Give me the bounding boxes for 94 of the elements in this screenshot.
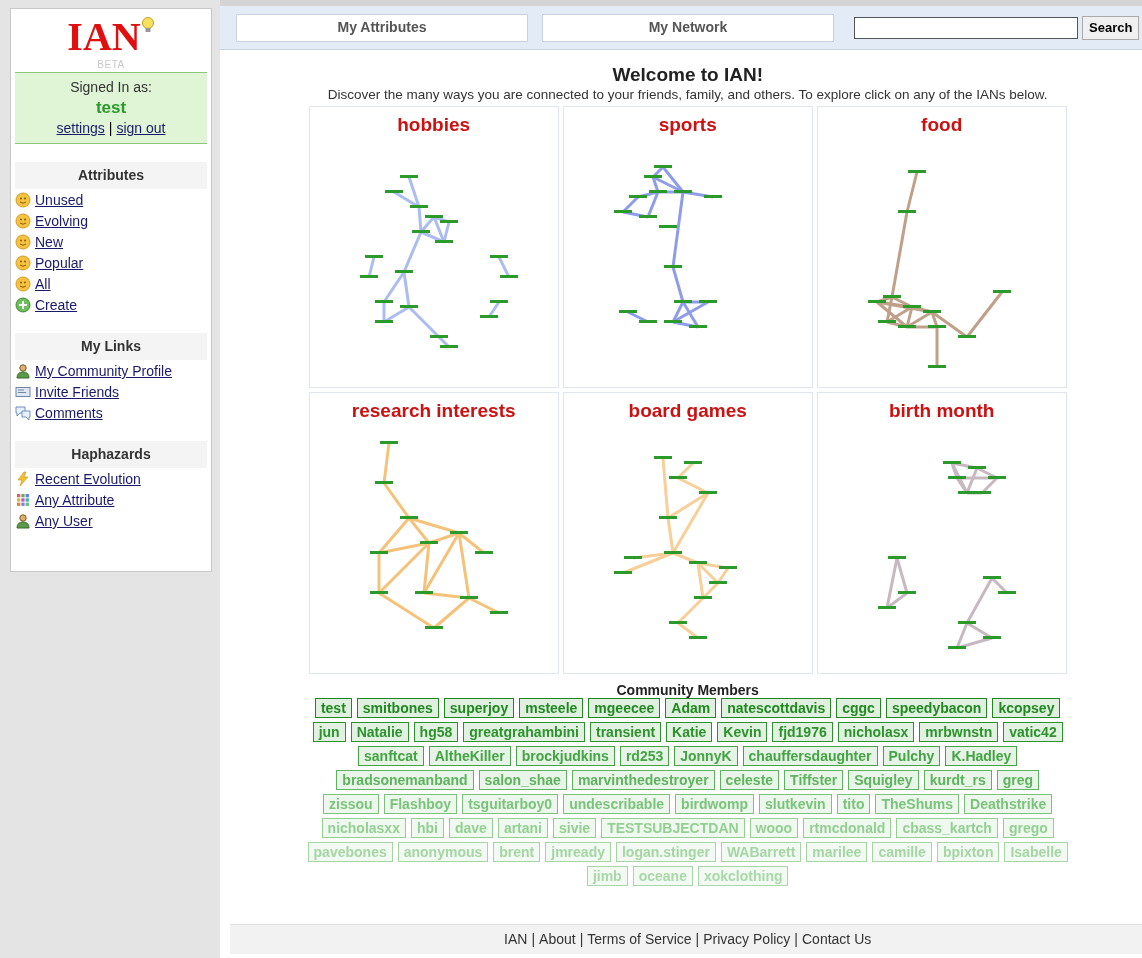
section-heading: Haphazards xyxy=(15,441,207,468)
member-tag[interactable]: rd253 xyxy=(619,746,670,766)
sidebar-link[interactable]: Any Attribute xyxy=(15,490,207,510)
nav-tab[interactable]: My Network xyxy=(542,13,834,42)
member-tag[interactable]: greatgrahambini xyxy=(463,722,585,742)
nav-tab[interactable]: My Attributes xyxy=(236,13,528,42)
welcome-text: Discover the many ways you are connected to your friends, family, and others. To explore click on any of the IANs below. xyxy=(327,86,1048,104)
footer-link[interactable]: Privacy Policy xyxy=(703,929,791,950)
network-title: birth month xyxy=(888,399,995,423)
username: test xyxy=(95,98,127,118)
network-card[interactable]: birth month xyxy=(816,392,1067,674)
member-tag[interactable]: Adam xyxy=(665,698,717,718)
network-title: food xyxy=(921,113,963,137)
member-tag[interactable]: test xyxy=(314,698,352,718)
member-tag[interactable]: AltheKiller xyxy=(428,746,511,766)
member-tag[interactable]: Katie xyxy=(666,722,713,742)
sidebar-link[interactable]: Invite Friends xyxy=(15,382,207,402)
member-tag[interactable]: Natalie xyxy=(350,722,409,742)
logo-text: IAN xyxy=(67,17,141,57)
sidebar-link[interactable]: Any User xyxy=(15,511,207,531)
member-tag[interactable]: brockjudkins xyxy=(515,746,615,766)
sidebar-link[interactable]: Comments xyxy=(15,403,207,423)
separator: | xyxy=(695,930,700,949)
member-tag[interactable]: fjd1976 xyxy=(772,722,833,742)
network-card[interactable]: research interests xyxy=(308,392,559,674)
member-tag[interactable]: birdwomp xyxy=(675,794,754,814)
member-tag[interactable]: jun xyxy=(312,722,346,742)
section-heading: Attributes xyxy=(15,162,207,189)
member-tag[interactable]: sanftcat xyxy=(358,746,424,766)
search-button[interactable]: Search xyxy=(1082,15,1140,40)
sidebar-link[interactable]: Create xyxy=(15,295,207,315)
sidebar-link[interactable]: New xyxy=(15,232,207,252)
member-tag[interactable]: superjoy xyxy=(443,698,515,718)
member-tag[interactable]: salon_shae xyxy=(478,770,567,790)
network-card[interactable]: hobbies xyxy=(308,106,559,388)
member-tag[interactable]: undescribable xyxy=(563,794,671,814)
member-tag[interactable]: transient xyxy=(590,722,662,742)
sidebar-link[interactable]: Unused xyxy=(15,190,207,210)
member-tag[interactable]: speedybacon xyxy=(885,698,988,718)
member-tag[interactable]: tito xyxy=(836,794,871,814)
sidebar-link[interactable]: Recent Evolution xyxy=(15,469,207,489)
member-tag[interactable]: Deathstrike xyxy=(964,794,1053,814)
footer-link[interactable]: About xyxy=(539,929,576,950)
sidebar-link[interactable]: Popular xyxy=(15,253,207,273)
sidebar-link[interactable]: My Community Profile xyxy=(15,361,207,381)
network-card[interactable]: sports xyxy=(562,106,813,388)
member-tag[interactable]: tsguitarboy0 xyxy=(462,794,559,814)
member-tag[interactable]: mrbwnstn xyxy=(919,722,999,742)
member-tag[interactable]: Squigley xyxy=(848,770,919,790)
member-tag[interactable]: smitbones xyxy=(356,698,439,718)
member-tag[interactable]: hg58 xyxy=(413,722,459,742)
member-tag[interactable]: Pulchy xyxy=(882,746,941,766)
member-tag[interactable]: chauffersdaughter xyxy=(742,746,878,766)
member-tag[interactable]: kurdt_rs xyxy=(923,770,992,790)
network-card[interactable]: board games xyxy=(562,392,813,674)
member-tag[interactable]: msteele xyxy=(519,698,584,718)
signed-in-label: Signed In as: xyxy=(70,78,152,97)
member-tag[interactable]: zissou xyxy=(323,794,379,814)
member-tag[interactable]: slutkevin xyxy=(758,794,832,814)
network-card[interactable]: food xyxy=(816,106,1067,388)
network-title: research interests xyxy=(351,399,516,423)
footer-link[interactable]: IAN xyxy=(504,929,528,950)
members-heading: Community Members xyxy=(616,682,759,698)
member-tag[interactable]: marvinthedestroyer xyxy=(571,770,715,790)
member-tag[interactable]: Tiffster xyxy=(784,770,844,790)
network-title: sports xyxy=(658,113,717,137)
member-tag[interactable]: TheShums xyxy=(875,794,959,814)
footer-link[interactable]: Terms of Service xyxy=(587,929,692,950)
footer-link[interactable]: Contact Us xyxy=(802,929,872,950)
network-title: hobbies xyxy=(397,113,471,137)
settings-link[interactable]: settings xyxy=(56,118,105,139)
sign-out-link[interactable]: sign out xyxy=(116,118,166,139)
network-title: board games xyxy=(628,399,747,423)
member-tag[interactable]: JonnyK xyxy=(674,746,738,766)
member-tag[interactable]: cggc xyxy=(836,698,881,718)
welcome-title: Welcome to IAN! xyxy=(612,64,763,86)
section-heading: My Links xyxy=(15,333,207,360)
member-tag[interactable]: Kevin xyxy=(717,722,768,742)
member-tag[interactable]: vatic42 xyxy=(1003,722,1063,742)
member-tag[interactable]: celeste xyxy=(719,770,780,790)
separator: | xyxy=(579,930,584,949)
member-tag[interactable]: greg xyxy=(996,770,1039,790)
separator: | xyxy=(108,119,113,138)
member-tag[interactable]: mgeecee xyxy=(588,698,661,718)
member-tag[interactable]: natescottdavis xyxy=(721,698,832,718)
member-tag[interactable]: bradsonemanband xyxy=(336,770,474,790)
sidebar-link[interactable]: All xyxy=(15,274,207,294)
separator: | xyxy=(531,930,536,949)
member-tag[interactable]: nicholasx xyxy=(837,722,915,742)
sidebar-link[interactable]: Evolving xyxy=(15,211,207,231)
member-tag[interactable]: Flashboy xyxy=(383,794,458,814)
separator: | xyxy=(794,930,798,949)
member-tag[interactable]: K.Hadley xyxy=(945,746,1018,766)
member-tag[interactable]: kcopsey xyxy=(992,698,1061,718)
